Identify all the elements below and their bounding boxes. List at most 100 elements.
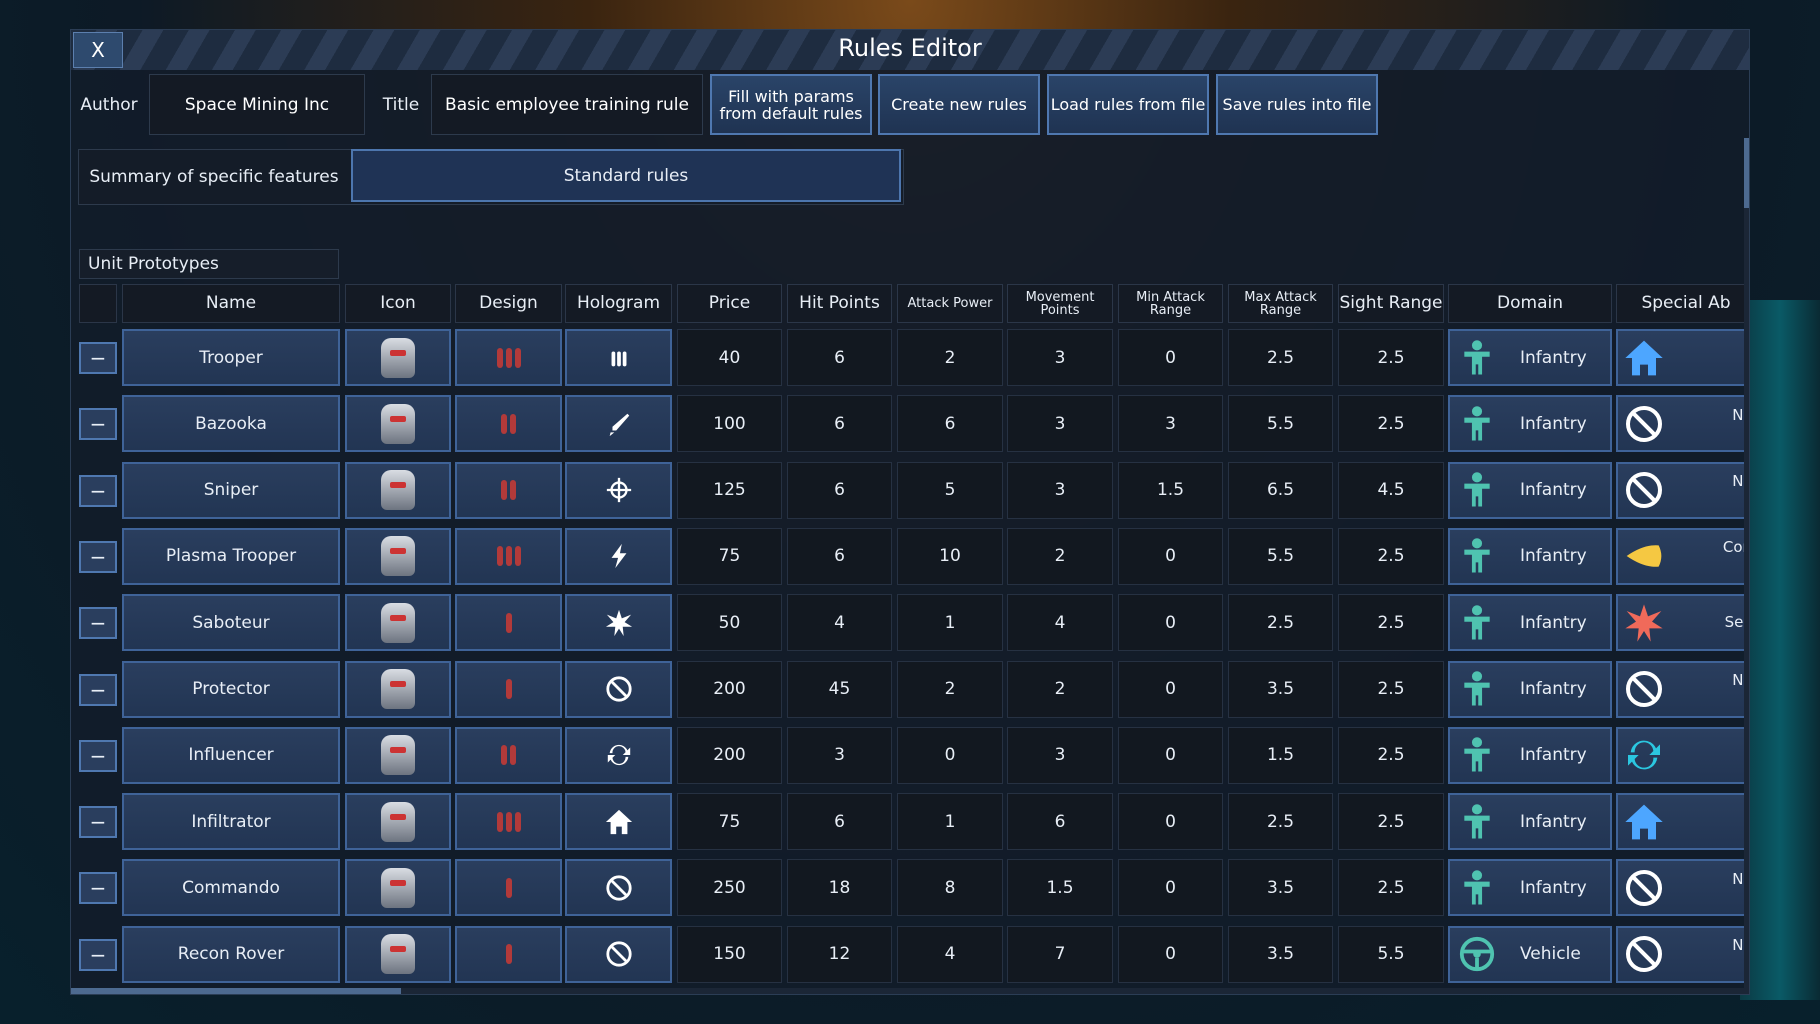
unit-hp-field[interactable]: 6 — [787, 395, 892, 453]
unit-attack-field[interactable]: 2 — [897, 329, 1003, 386]
unit-name-field[interactable]: Sniper — [122, 461, 340, 519]
unit-min-field[interactable]: 0 — [1118, 726, 1223, 784]
remove-unit-button[interactable]: − — [79, 673, 117, 706]
unit-hp-field[interactable]: 6 — [787, 329, 892, 386]
unit-max-field[interactable]: 2.5 — [1228, 329, 1333, 386]
unit-price-field[interactable]: 125 — [677, 461, 782, 519]
unit-design-select[interactable] — [455, 925, 562, 983]
unit-domain-select[interactable]: Infantry — [1448, 329, 1612, 386]
unit-sight-field[interactable]: 4.5 — [1338, 461, 1444, 519]
unit-hp-field[interactable]: 6 — [787, 793, 892, 851]
unit-hologram-select[interactable] — [565, 329, 672, 386]
unit-sight-field[interactable]: 2.5 — [1338, 395, 1444, 453]
unit-name-field[interactable]: Infiltrator — [122, 793, 340, 851]
unit-price-field[interactable]: 50 — [677, 594, 782, 652]
unit-attack-field[interactable]: 1 — [897, 594, 1003, 652]
unit-min-field[interactable]: 0 — [1118, 329, 1223, 386]
column-header-price[interactable]: Price — [677, 284, 782, 323]
unit-domain-select[interactable]: Infantry — [1448, 594, 1612, 652]
unit-hologram-select[interactable] — [565, 726, 672, 784]
unit-design-select[interactable] — [455, 859, 562, 917]
unit-hp-field[interactable]: 6 — [787, 527, 892, 585]
unit-price-field[interactable]: 200 — [677, 726, 782, 784]
unit-special-ability-select[interactable]: No spe abili — [1616, 925, 1749, 983]
unit-icon-select[interactable] — [345, 859, 451, 917]
summary-input[interactable]: Standard rules — [351, 149, 901, 202]
unit-name-field[interactable]: Recon Rover — [122, 925, 340, 983]
unit-min-field[interactable]: 3 — [1118, 395, 1223, 453]
unit-max-field[interactable]: 6.5 — [1228, 461, 1333, 519]
unit-special-ability-select[interactable]: Conv — [1616, 726, 1749, 784]
unit-sight-field[interactable]: 5.5 — [1338, 925, 1444, 983]
unit-domain-select[interactable]: Infantry — [1448, 527, 1612, 585]
unit-hp-field[interactable]: 4 — [787, 594, 892, 652]
unit-min-field[interactable]: 0 — [1118, 594, 1223, 652]
column-header-hp[interactable]: Hit Points — [787, 284, 892, 323]
unit-max-field[interactable]: 5.5 — [1228, 527, 1333, 585]
unit-domain-select[interactable]: Infantry — [1448, 859, 1612, 917]
unit-name-field[interactable]: Saboteur — [122, 594, 340, 652]
unit-move-field[interactable]: 2 — [1007, 527, 1113, 585]
column-header-design[interactable]: Design — [455, 284, 562, 323]
unit-max-field[interactable]: 3.5 — [1228, 660, 1333, 718]
unit-attack-field[interactable]: 1 — [897, 793, 1003, 851]
unit-max-field[interactable]: 3.5 — [1228, 925, 1333, 983]
unit-domain-select[interactable]: Infantry — [1448, 660, 1612, 718]
unit-special-ability-select[interactable]: Self-des — [1616, 594, 1749, 652]
unit-min-field[interactable]: 0 — [1118, 859, 1223, 917]
remove-unit-button[interactable]: − — [79, 342, 117, 374]
unit-icon-select[interactable] — [345, 395, 451, 453]
unit-special-ability-select[interactable]: Infiltr buildi — [1616, 793, 1749, 851]
unit-special-ability-select[interactable]: No spe abili — [1616, 395, 1749, 453]
unit-move-field[interactable]: 3 — [1007, 461, 1113, 519]
column-header-attack[interactable]: Attack Power — [897, 284, 1003, 323]
unit-move-field[interactable]: 1.5 — [1007, 859, 1113, 917]
unit-name-field[interactable]: Commando — [122, 859, 340, 917]
unit-special-ability-select[interactable]: No spe abili — [1616, 859, 1749, 917]
unit-hologram-select[interactable] — [565, 660, 672, 718]
unit-attack-field[interactable]: 10 — [897, 527, 1003, 585]
unit-hologram-select[interactable] — [565, 461, 672, 519]
create-new-rules-button[interactable]: Create new rules — [878, 74, 1040, 135]
unit-hp-field[interactable]: 3 — [787, 726, 892, 784]
unit-move-field[interactable]: 4 — [1007, 594, 1113, 652]
unit-sight-field[interactable]: 2.5 — [1338, 726, 1444, 784]
column-header-icon[interactable]: Icon — [345, 284, 451, 323]
unit-min-field[interactable]: 0 — [1118, 527, 1223, 585]
unit-sight-field[interactable]: 2.5 — [1338, 859, 1444, 917]
unit-price-field[interactable]: 40 — [677, 329, 782, 386]
unit-attack-field[interactable]: 8 — [897, 859, 1003, 917]
column-header-move[interactable]: Movement Points — [1007, 284, 1113, 323]
unit-name-field[interactable]: Trooper — [122, 329, 340, 386]
unit-hp-field[interactable]: 12 — [787, 925, 892, 983]
unit-move-field[interactable]: 2 — [1007, 660, 1113, 718]
unit-design-select[interactable] — [455, 660, 562, 718]
unit-icon-select[interactable] — [345, 925, 451, 983]
unit-domain-select[interactable]: Infantry — [1448, 793, 1612, 851]
remove-unit-button[interactable]: − — [79, 872, 117, 905]
unit-sight-field[interactable]: 2.5 — [1338, 594, 1444, 652]
fill-default-button[interactable]: Fill with params from default rules — [710, 74, 872, 135]
unit-design-select[interactable] — [455, 594, 562, 652]
unit-design-select[interactable] — [455, 793, 562, 851]
unit-domain-select[interactable]: Infantry — [1448, 461, 1612, 519]
unit-hologram-select[interactable] — [565, 859, 672, 917]
unit-special-ability-select[interactable]: Infiltr buildi — [1616, 329, 1749, 386]
unit-special-ability-select[interactable]: No spe abili — [1616, 660, 1749, 718]
remove-unit-button[interactable]: − — [79, 739, 117, 772]
unit-icon-select[interactable] — [345, 726, 451, 784]
unit-hp-field[interactable]: 45 — [787, 660, 892, 718]
remove-unit-button[interactable]: − — [79, 938, 117, 971]
unit-min-field[interactable]: 0 — [1118, 660, 1223, 718]
unit-icon-select[interactable] — [345, 793, 451, 851]
unit-hp-field[interactable]: 6 — [787, 461, 892, 519]
unit-max-field[interactable]: 1.5 — [1228, 726, 1333, 784]
unit-max-field[interactable]: 3.5 — [1228, 859, 1333, 917]
load-rules-button[interactable]: Load rules from file — [1047, 74, 1209, 135]
unit-domain-select[interactable]: Vehicle — [1448, 925, 1612, 983]
column-header-name[interactable]: Name — [122, 284, 340, 323]
remove-unit-button[interactable]: − — [79, 540, 117, 573]
unit-design-select[interactable] — [455, 726, 562, 784]
unit-hp-field[interactable]: 18 — [787, 859, 892, 917]
unit-icon-select[interactable] — [345, 527, 451, 585]
